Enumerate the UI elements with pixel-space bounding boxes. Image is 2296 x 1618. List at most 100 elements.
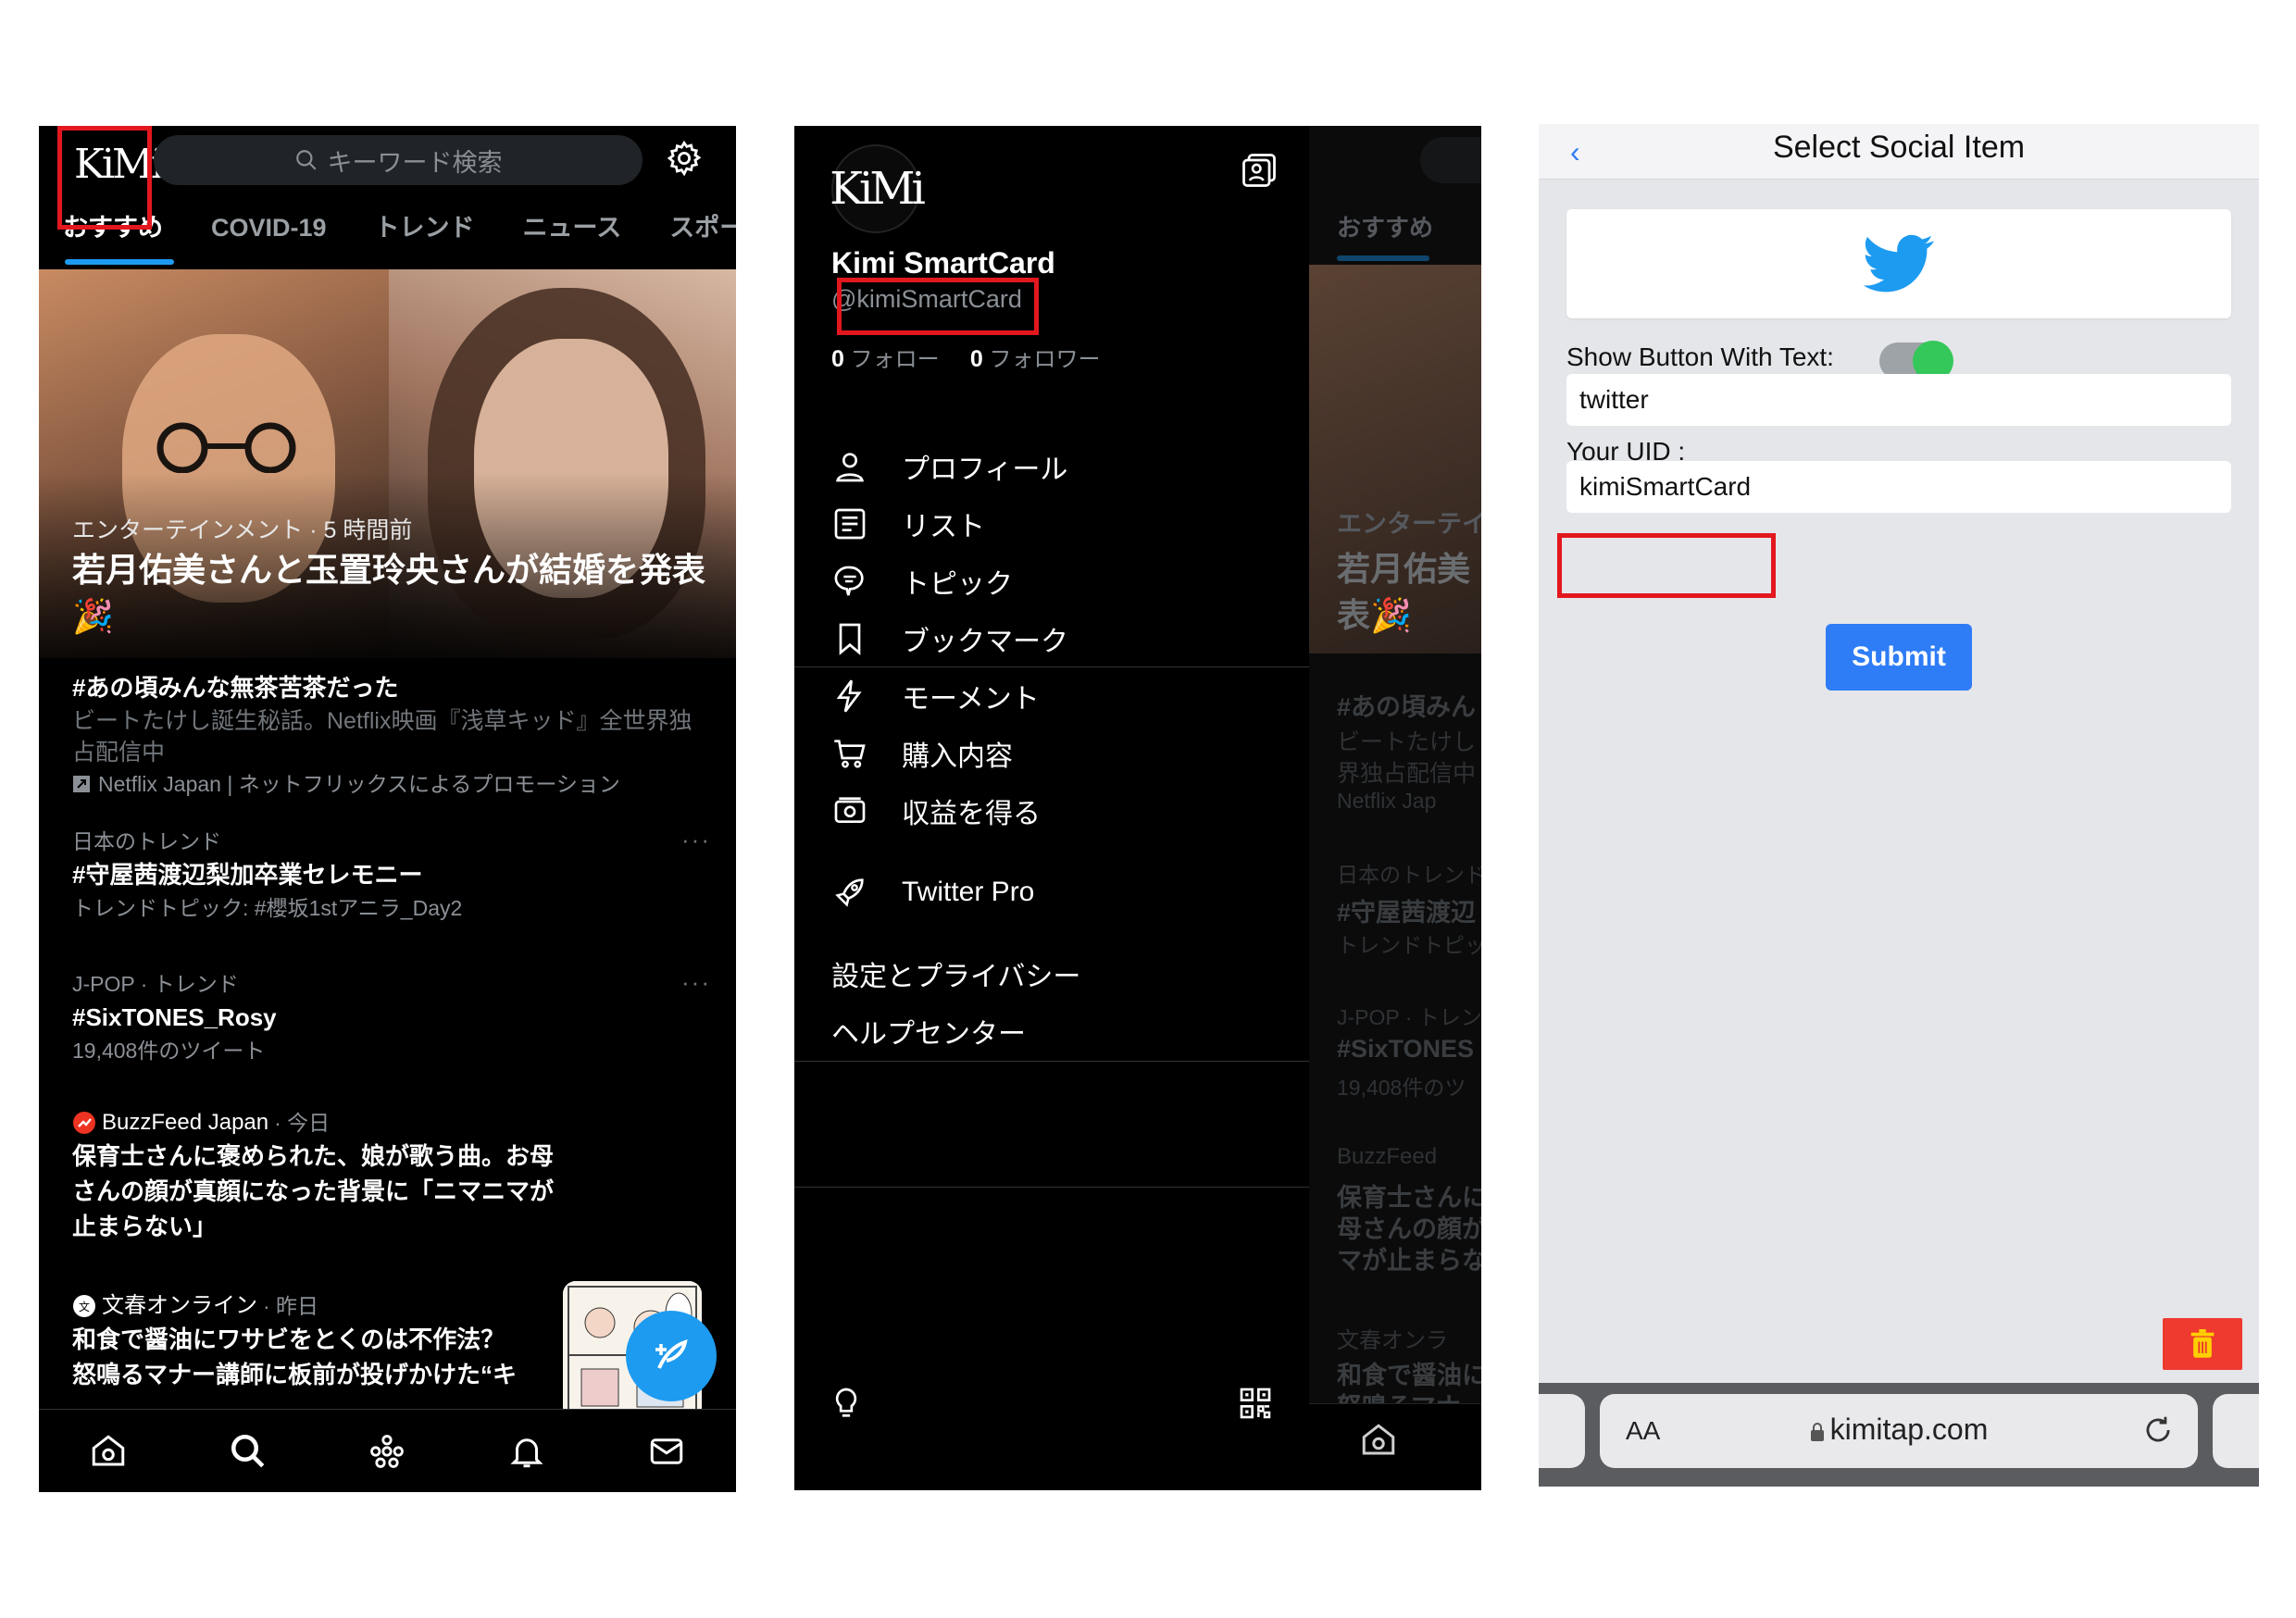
menu-label: プロフィール [902,454,1068,485]
menu-label: 収益を得る [902,799,1041,829]
reload-icon[interactable] [2140,1413,2176,1448]
qr-code-icon[interactable] [1237,1385,1274,1422]
followers-count[interactable]: 0 [970,346,983,372]
svg-text:文: 文 [79,1300,90,1313]
bell-icon[interactable] [507,1432,546,1471]
more-icon[interactable]: ··· [681,826,711,854]
show-text-label: Show Button With Text: [1566,342,1834,371]
news-source-row: BuzzFeed Japan · 今日 [72,1107,554,1139]
more-icon[interactable]: ··· [681,968,711,997]
highlight-box-avatar [57,126,152,230]
under-line: 日本のトレンド [1337,863,1481,887]
highlight-box-handle [837,278,1039,335]
under-line: トレンドトピッ [1337,933,1481,957]
following-count[interactable]: 0 [831,346,844,372]
list-item[interactable]: J-POP · トレンド ··· #SixTONES_Rosy 19,408件の… [72,968,711,1066]
menu-item-twitter-pro[interactable]: Twitter Pro [831,865,1034,920]
list-item[interactable]: BuzzFeed Japan · 今日 保育士さんに褒められた、娘が歌う曲。お母… [72,1107,554,1244]
twitter-logo-tile[interactable] [1566,209,2231,318]
under-nav [1309,1403,1481,1490]
tab-news[interactable]: ニュース [499,205,646,265]
menu-item-topics[interactable]: トピック [831,554,1013,609]
tab-covid[interactable]: COVID-19 [187,205,351,265]
divider [794,1061,1309,1062]
trend-sub: 19,408件のツイート [72,1039,266,1063]
compose-tweet-button[interactable] [626,1311,717,1401]
following-label[interactable]: フォロー [851,347,940,372]
trend-sub: トレンドトピック: #櫻坂1stアニラ_Day2 [72,896,463,920]
tab-sports[interactable]: スポーツ [645,205,736,265]
promo-text: Netflix Japan | ネットフリックスによるプロモーション [98,772,620,796]
bookmark-icon [831,620,868,657]
menu-item-purchases[interactable]: 購入内容 [831,726,1013,781]
under-tab: おすすめ [1337,214,1434,242]
gear-icon[interactable] [665,139,704,178]
under-tab-indicator [1337,255,1429,261]
menu-item-monetization[interactable]: 収益を得る [831,783,1041,839]
bottom-nav [39,1409,736,1492]
url-text: kimitap.com [1600,1413,2198,1447]
cart-icon [831,735,868,772]
menu-item-settings[interactable]: 設定とプライバシー [831,946,1080,1002]
menu-item-help[interactable]: ヘルプセンター [831,1003,1026,1059]
list-item[interactable]: 文 文春オンライン · 昨日 和食で醤油にワサビをとくのは不作法？ 怒鳴るマナー… [72,1290,554,1392]
search-input[interactable]: キーワード検索 [154,135,643,185]
divider [794,1187,1309,1188]
money-icon [831,792,868,829]
list-item[interactable]: 日本のトレンド ··· #守屋茜渡辺梨加卒業セレモニー トレンドトピック: #櫻… [72,826,711,924]
explore-search-icon[interactable] [229,1432,268,1471]
list-item[interactable]: #あの頃みんな無茶苦茶だった ビートたけし誕生秘話。Netflix映画『浅草キッ… [72,670,711,800]
person-icon [831,448,868,485]
news-source-row: 文 文春オンライン · 昨日 [72,1290,554,1322]
menu-label: 購入内容 [902,741,1013,772]
news-source: BuzzFeed Japan [102,1110,269,1135]
menu-item-lists[interactable]: リスト [831,496,985,552]
news-source: 文春オンライン [102,1293,257,1318]
glasses-graphic [156,422,296,473]
search-placeholder: キーワード検索 [327,148,503,177]
menu-item-bookmarks[interactable]: ブックマーク [831,611,1068,666]
page-title: Select Social Item [1772,130,2026,165]
menu-label: ブックマーク [902,627,1068,657]
uid-field[interactable]: kimiSmartCard [1566,461,2231,513]
menu-label: リスト [902,512,985,542]
trend-context: J-POP · トレンド [72,972,239,996]
mail-icon[interactable] [647,1432,686,1471]
button-text-field[interactable]: twitter [1566,374,2231,426]
trend-context: 日本のトレンド [72,829,221,853]
under-line: 界独占配信中 [1337,761,1477,787]
next-tab[interactable] [2213,1394,2259,1468]
twitter-bird-icon [1863,234,1935,292]
hero-card[interactable]: エンターテインメント · 5 時間前 若月佑美さんと玉置玲央さんが結婚を発表🎉 [39,269,736,658]
accounts-icon[interactable] [1239,150,1279,191]
under-line: #SixTONES [1337,1035,1475,1063]
submit-button[interactable]: Submit [1826,624,1972,691]
under-line: ビートたけし [1337,729,1477,755]
url: kimitap.com [1829,1413,1989,1446]
under-line: Netflix Jap [1337,789,1437,813]
menu-label: 設定とプライバシー [831,962,1081,992]
lightbulb-icon[interactable] [828,1385,865,1422]
news-title: 和食で醤油にワサビをとくのは不作法？ [72,1326,505,1353]
delete-button[interactable] [2163,1318,2242,1370]
address-bar[interactable]: AA kimitap.com [1600,1394,2198,1468]
previous-tab[interactable] [1539,1394,1585,1468]
avatar[interactable]: KiMi [830,144,926,233]
menu-item-profile[interactable]: プロフィール [831,439,1067,494]
spaces-icon[interactable] [368,1432,406,1471]
trend-title: #あの頃みんな無茶苦茶だった [72,674,399,702]
news-time: · 今日 [274,1111,331,1135]
trend-title: #SixTONES_Rosy [72,1003,277,1031]
menu-label: モーメント [902,684,1040,715]
under-line: 文春オンラ [1337,1328,1448,1353]
twitter-explore-screen: KiMi キーワード検索 おすすめ COVID-19 トレンド ニュース スポー… [39,126,736,1492]
display-name: Kimi SmartCard [831,246,1055,280]
tab-trends[interactable]: トレンド [351,205,499,265]
followers-label[interactable]: フォロワー [990,347,1101,372]
menu-item-moments[interactable]: モーメント [831,668,1040,724]
menu-label: Twitter Pro [902,877,1035,907]
highlight-box-uid [1557,533,1776,598]
dimmed-background-feed: おすすめ エンターテイ 若月佑美 表🎉 #あの頃みん ビートたけし 界独占配信中… [1309,126,1481,1490]
home-icon[interactable] [89,1432,128,1471]
menu-label: トピック [902,569,1013,600]
